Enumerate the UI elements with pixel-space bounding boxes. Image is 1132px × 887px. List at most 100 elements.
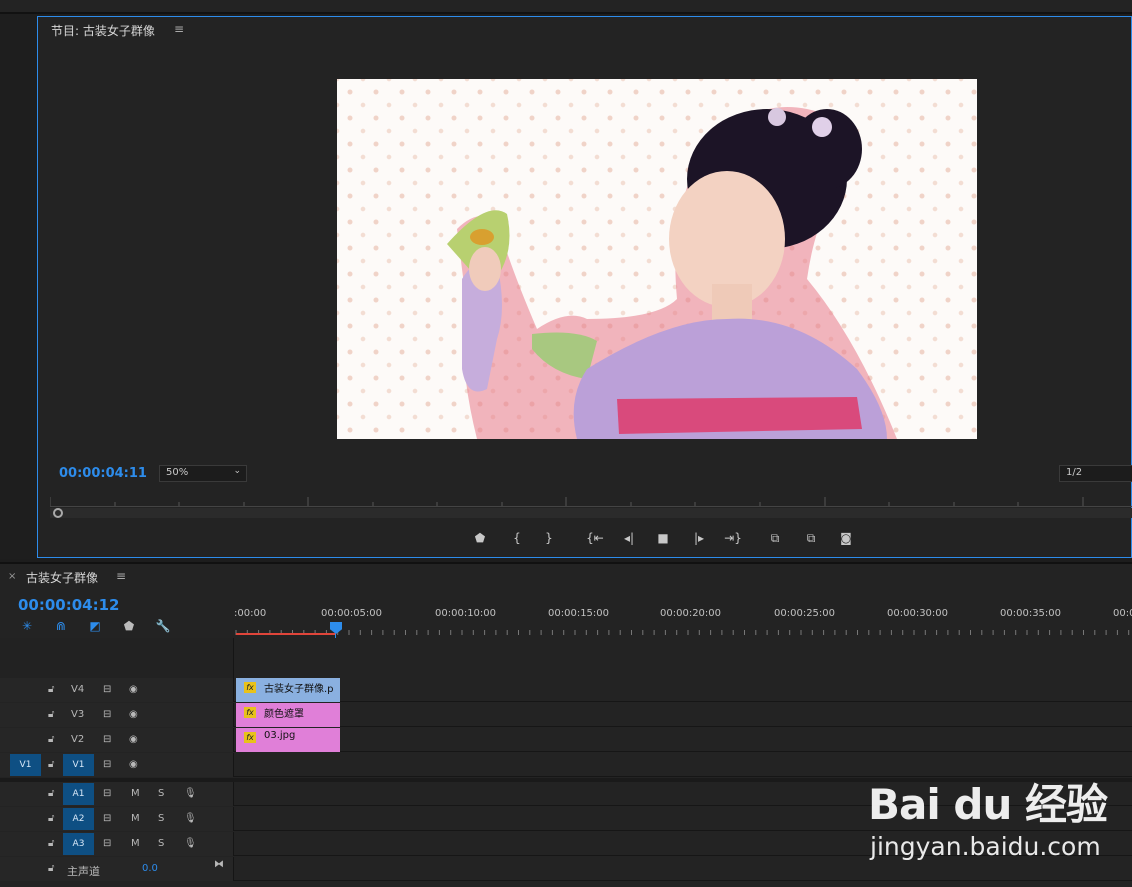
extract-button[interactable]: ⧉ bbox=[798, 529, 824, 547]
fx-icon: fx bbox=[244, 732, 256, 743]
nest-toggle-icon[interactable]: ✳ bbox=[18, 619, 36, 635]
timeline-timecode[interactable]: 00:00:04:12 bbox=[18, 596, 120, 614]
eye-icon[interactable]: ◉ bbox=[129, 734, 138, 745]
monitor-scrub-bar[interactable] bbox=[50, 508, 1132, 518]
lock-icon[interactable]: 🔓︎ bbox=[48, 759, 54, 770]
camera-icon: ◙ bbox=[840, 531, 852, 545]
left-panel-strip bbox=[0, 14, 37, 559]
step-back-button[interactable]: ◂| bbox=[616, 529, 642, 547]
sync-lock-icon[interactable]: ⊟ bbox=[103, 759, 111, 770]
monitor-time-ruler[interactable] bbox=[50, 495, 1132, 507]
fx-icon: fx bbox=[244, 707, 256, 718]
ruler-label: 00:00:15:00 bbox=[548, 608, 610, 619]
track-header-a1: 🔓︎ A1 ⊟ M S 🎙︎ bbox=[0, 782, 234, 806]
microphone-icon[interactable]: 🎙︎ bbox=[184, 788, 197, 799]
eye-icon[interactable]: ◉ bbox=[129, 684, 138, 695]
step-forward-button[interactable]: |▸ bbox=[686, 529, 712, 547]
export-frame-button[interactable]: ◙ bbox=[833, 529, 859, 547]
wrench-icon[interactable]: 🔧 bbox=[154, 619, 172, 635]
linked-selection-icon[interactable]: ◩ bbox=[86, 619, 104, 635]
go-to-in-icon: {⇤ bbox=[586, 531, 604, 545]
clip-v3[interactable]: fx 颜色遮罩 bbox=[236, 703, 340, 727]
add-marker-icon[interactable]: ⬟ bbox=[120, 619, 138, 635]
track-label[interactable]: V2 bbox=[71, 734, 84, 745]
video-preview bbox=[337, 79, 977, 439]
lock-icon[interactable]: 🔓︎ bbox=[48, 863, 54, 874]
step-back-icon: ◂| bbox=[623, 531, 635, 545]
lock-icon[interactable]: 🔓︎ bbox=[48, 813, 54, 824]
timeline-menu-icon[interactable]: ≡ bbox=[116, 569, 126, 583]
mute-button[interactable]: M bbox=[131, 838, 140, 849]
lock-icon[interactable]: 🔓︎ bbox=[48, 684, 54, 695]
ruler-label: 00:0 bbox=[1113, 608, 1132, 619]
solo-button[interactable]: S bbox=[158, 838, 164, 849]
extract-icon: ⧉ bbox=[806, 531, 816, 545]
track-header-spacer bbox=[0, 638, 234, 678]
ruler-label: 00:00:35:00 bbox=[1000, 608, 1062, 619]
track-target-a3[interactable]: A3 bbox=[63, 833, 94, 855]
sync-lock-icon[interactable]: ⊟ bbox=[103, 684, 111, 695]
ruler-label: 00:00:30:00 bbox=[887, 608, 949, 619]
clip-v4[interactable]: fx 古装女子群像.p bbox=[236, 678, 340, 702]
sync-lock-icon[interactable]: ⊟ bbox=[103, 788, 111, 799]
resolution-select[interactable]: 1/2 bbox=[1059, 465, 1132, 482]
lock-icon[interactable]: 🔓︎ bbox=[48, 734, 54, 745]
sync-lock-icon[interactable]: ⊟ bbox=[103, 838, 111, 849]
go-to-out-icon: ⇥} bbox=[724, 531, 742, 545]
lock-icon[interactable]: 🔓︎ bbox=[48, 709, 54, 720]
work-area-bar[interactable] bbox=[236, 633, 336, 635]
track-label[interactable]: V3 bbox=[71, 709, 84, 720]
track-v3: 🔓︎ V3 ⊟ ◉ fx 颜色遮罩 bbox=[0, 703, 1132, 727]
mark-in-button[interactable]: { bbox=[504, 529, 530, 547]
source-patch-v1[interactable]: V1 bbox=[10, 754, 41, 776]
mark-out-button[interactable]: } bbox=[536, 529, 562, 547]
track-header-a2: 🔓︎ A2 ⊟ M S 🎙︎ bbox=[0, 807, 234, 831]
sync-lock-icon[interactable]: ⊟ bbox=[103, 734, 111, 745]
track-target-a1[interactable]: A1 bbox=[63, 783, 94, 805]
close-icon[interactable]: × bbox=[8, 571, 16, 582]
track-header-v4: 🔓︎ V4 ⊟ ◉ bbox=[0, 678, 234, 702]
monitor-title: 节目: 古装女子群像 bbox=[51, 24, 155, 38]
eye-icon[interactable]: ◉ bbox=[129, 759, 138, 770]
add-marker-button[interactable]: ⬟ bbox=[467, 529, 493, 547]
eye-icon[interactable]: ◉ bbox=[129, 709, 138, 720]
stop-button[interactable]: ■ bbox=[650, 529, 676, 547]
sync-lock-icon[interactable]: ⊟ bbox=[103, 709, 111, 720]
program-monitor: 节目: 古装女子群像 ≡ 00:00:04:11 50% ⌄ 1/2 ⬟ {}… bbox=[37, 16, 1132, 558]
go-to-out-button[interactable]: ⇥} bbox=[720, 529, 746, 547]
go-to-in-button[interactable]: {⇤ bbox=[582, 529, 608, 547]
solo-button[interactable]: S bbox=[158, 788, 164, 799]
timeline-title[interactable]: 古装女子群像 bbox=[26, 569, 98, 586]
snap-icon[interactable]: ⋒ bbox=[52, 619, 70, 635]
lift-button[interactable]: ⧉ bbox=[762, 529, 788, 547]
track-header-v2: 🔓︎ V2 ⊟ ◉ bbox=[0, 728, 234, 752]
microphone-icon[interactable]: 🎙︎ bbox=[184, 838, 197, 849]
track-label[interactable]: V4 bbox=[71, 684, 84, 695]
monitor-menu-icon[interactable]: ≡ bbox=[174, 22, 184, 36]
mark-in-icon: { bbox=[513, 531, 521, 545]
mute-button[interactable]: M bbox=[131, 813, 140, 824]
track-target-v1[interactable]: V1 bbox=[63, 754, 94, 776]
resolution-value: 1/2 bbox=[1066, 467, 1083, 478]
ruler-label: 00:00:20:00 bbox=[660, 608, 722, 619]
sync-lock-icon[interactable]: ⊟ bbox=[103, 813, 111, 824]
go-to-end-icon[interactable]: ⧓ bbox=[214, 859, 224, 870]
ruler-label: :00:00 bbox=[234, 608, 267, 619]
clip-v2[interactable]: fx 03.jpg bbox=[236, 728, 340, 752]
ruler-ticks bbox=[235, 630, 1130, 635]
lock-icon[interactable]: 🔓︎ bbox=[48, 838, 54, 849]
track-target-a2[interactable]: A2 bbox=[63, 808, 94, 830]
watermark-url: jingyan.baidu.com bbox=[870, 832, 1101, 861]
mute-button[interactable]: M bbox=[131, 788, 140, 799]
zoom-select[interactable]: 50% ⌄ bbox=[159, 465, 247, 482]
monitor-timecode[interactable]: 00:00:04:11 bbox=[59, 466, 147, 481]
top-panel-strip bbox=[0, 0, 1132, 14]
microphone-icon[interactable]: 🎙︎ bbox=[184, 813, 197, 824]
lock-icon[interactable]: 🔓︎ bbox=[48, 788, 54, 799]
solo-button[interactable]: S bbox=[158, 813, 164, 824]
ruler-label: 00:00:05:00 bbox=[321, 608, 383, 619]
playhead-handle[interactable] bbox=[53, 508, 63, 518]
step-forward-icon: |▸ bbox=[693, 531, 705, 545]
zoom-value: 50% bbox=[166, 467, 189, 478]
master-volume-value[interactable]: 0.0 bbox=[142, 863, 158, 874]
